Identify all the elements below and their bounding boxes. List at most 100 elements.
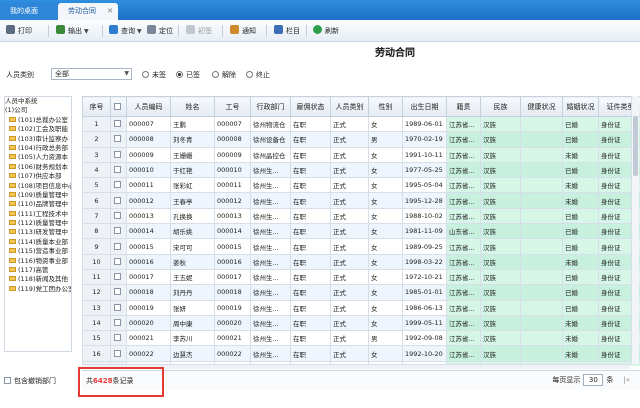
- column-header[interactable]: 健康状况: [520, 96, 563, 117]
- tree-item[interactable]: (113)研发管理中: [5, 228, 71, 237]
- radio-unsigned[interactable]: 未签: [142, 70, 166, 80]
- row-checkbox[interactable]: [110, 131, 127, 148]
- column-header[interactable]: 人员编码: [126, 96, 171, 117]
- initial-sign-button[interactable]: 初签: [186, 24, 212, 38]
- column-header[interactable]: 雇佣状态: [290, 96, 331, 117]
- checkbox-box: [113, 135, 121, 143]
- table-row[interactable]: 3 000009 王姗姗 000009 徐州晶控仓 在职 正式女 1991-10-11 江苏省.…: [82, 146, 640, 163]
- include-cancelled-checkbox[interactable]: 包含撤销部门: [4, 376, 56, 386]
- tab-desktop-label: 我的桌面: [10, 7, 38, 15]
- query-button[interactable]: 查询 ▼: [109, 24, 142, 38]
- column-header[interactable]: 行政部门: [250, 96, 291, 117]
- tree-item[interactable]: 人员中系统: [5, 97, 71, 106]
- tree-item[interactable]: (109)质量管理中: [5, 191, 71, 200]
- tree-item[interactable]: (1)公司: [5, 106, 71, 115]
- tree-item[interactable]: (111)工程技术中: [5, 210, 71, 219]
- table-row[interactable]: 9 000015 宋可可 000015 徐州生... 在职 正式女 1989-09-25 江苏省…: [82, 238, 640, 255]
- tree-item[interactable]: (110)品牌管理中: [5, 200, 71, 209]
- table-row[interactable]: 12 000018 刘丹丹 000018 徐州生... 在职 正式女 1985-01-01 江苏…: [82, 284, 640, 301]
- row-checkbox[interactable]: [110, 207, 127, 225]
- contract-table: 序号 人员编码 姓名 工号 行政部门 雇佣状态 人员类别 性别 出生日期 籍贯 民族 健康状况 婚姻状况…: [82, 96, 640, 366]
- table-row[interactable]: 1 000007 王鹏 000007 徐州物流仓 在职 正式女 1989-06-01 江苏省..…: [82, 115, 640, 133]
- table-row[interactable]: 2 000008 刘冬青 000008 徐州设备仓 在职 正式男 1970-02-19 江苏省.…: [82, 131, 640, 148]
- row-checkbox[interactable]: [110, 177, 127, 194]
- table-row[interactable]: 7 000013 孔换换 000013 徐州生... 在职 正式女 1988-10-02 江苏省…: [82, 207, 640, 225]
- row-checkbox[interactable]: [110, 238, 127, 255]
- column-header[interactable]: 籍贯: [446, 96, 481, 117]
- table-row[interactable]: 11 000017 王五妮 000017 徐州生... 在职 正式女 1972-10-21 江苏…: [82, 268, 640, 286]
- scroll-thumb[interactable]: [633, 116, 638, 176]
- table-row[interactable]: 16 000022 边慧杰 000022 徐州生... 在职 正式女 1992-10-20 江苏…: [82, 345, 640, 362]
- table-row[interactable]: 8 000014 胡乐姚 000014 徐州生... 在职 正式女 1981-11-09 山东省…: [82, 223, 640, 240]
- table-cell: 已婚: [562, 238, 599, 255]
- table-cell: 000013: [214, 207, 251, 225]
- column-header[interactable]: 工号: [214, 96, 251, 117]
- tree-item[interactable]: (104)行政总务部: [5, 144, 71, 153]
- row-checkbox[interactable]: [110, 314, 127, 332]
- column-header[interactable]: 婚姻状况: [562, 96, 599, 117]
- table-row[interactable]: 13 000019 张妍 000019 徐州生... 在职 正式女 1986-06-13 江苏省…: [82, 299, 640, 316]
- locate-button[interactable]: 定位: [147, 24, 173, 38]
- row-checkbox[interactable]: [110, 146, 127, 163]
- row-checkbox[interactable]: [110, 299, 127, 316]
- columns-button[interactable]: 栏目: [274, 24, 300, 38]
- column-header[interactable]: 性别: [368, 96, 403, 117]
- table-cell: 未婚: [562, 314, 599, 332]
- column-header[interactable]: 人员类别: [330, 96, 369, 117]
- tab-desktop[interactable]: 我的桌面: [0, 3, 58, 20]
- column-header[interactable]: 姓名: [170, 96, 215, 117]
- tree-item-label: (119)党工团办公室: [18, 284, 72, 293]
- tree-item[interactable]: (102)工会及职能: [5, 125, 71, 134]
- tree-item[interactable]: (118)新闻及其他: [5, 275, 71, 284]
- table-cell: 周中康: [170, 314, 215, 332]
- radio-terminated[interactable]: 解除: [212, 70, 236, 80]
- row-checkbox[interactable]: [110, 115, 127, 133]
- tree-item[interactable]: (114)质量本业部: [5, 238, 71, 247]
- row-checkbox[interactable]: [110, 192, 127, 209]
- per-page-input[interactable]: 30: [583, 374, 604, 386]
- person-category-select[interactable]: 全部 ▼: [51, 68, 132, 80]
- tree-item[interactable]: (105)人力资源本: [5, 153, 71, 162]
- vertical-scrollbar[interactable]: [631, 96, 639, 364]
- table-cell: 未婚: [562, 330, 599, 347]
- row-checkbox[interactable]: [110, 253, 127, 270]
- column-header[interactable]: 民族: [480, 96, 521, 117]
- table-cell: 在职: [290, 299, 331, 316]
- row-checkbox[interactable]: [110, 268, 127, 286]
- table-row[interactable]: 15 000021 李苏川 000021 徐州生... 在职 正式男 1992-09-08 江苏…: [82, 330, 640, 347]
- radio-signed[interactable]: 已签: [176, 70, 200, 80]
- print-button[interactable]: 打印: [6, 24, 32, 38]
- table-row[interactable]: 5 000011 张彩虹 000011 徐州生... 在职 正式女 1995-05-04 江苏省…: [82, 177, 640, 194]
- tree-item[interactable]: (119)党工团办公室: [5, 285, 71, 294]
- table-row[interactable]: 6 000012 王春亭 000012 徐州生... 在职 正式女 1995-12-28 江苏省…: [82, 192, 640, 209]
- table-row[interactable]: 4 000010 于红艳 000010 徐州生... 在职 正式女 1977-05-25 江苏省…: [82, 161, 640, 179]
- tree-item[interactable]: (108)项目信息中心: [5, 182, 71, 191]
- tree-item[interactable]: (117)高管: [5, 266, 71, 275]
- table-row[interactable]: 14 000020 周中康 000020 徐州生... 在职 正式女 1999-05-11 江苏…: [82, 314, 640, 332]
- row-checkbox[interactable]: [110, 345, 127, 362]
- department-tree[interactable]: 人员中系统 (1)公司 (101)总裁办公室 (102)工会及职能 (103)审计监察办…: [4, 96, 72, 352]
- checkbox-box: [113, 120, 121, 128]
- tab-labor-contract[interactable]: 劳动合同 ✕: [58, 3, 118, 20]
- export-button[interactable]: 输出 ▼: [56, 24, 89, 38]
- table-row[interactable]: 10 000016 姜秋 000016 徐州生... 在职 正式女 1998-03-22 江苏省…: [82, 253, 640, 270]
- tree-item[interactable]: (115)营造事业部: [5, 247, 71, 256]
- row-checkbox[interactable]: [110, 161, 127, 179]
- row-checkbox[interactable]: [110, 223, 127, 240]
- tree-item[interactable]: (106)财务规划本: [5, 163, 71, 172]
- column-header[interactable]: 出生日期: [402, 96, 447, 117]
- select-all-checkbox[interactable]: [110, 96, 127, 117]
- first-page-icon[interactable]: |«: [623, 376, 630, 384]
- tree-item[interactable]: (101)总裁办公室: [5, 116, 71, 125]
- row-checkbox[interactable]: [110, 330, 127, 347]
- radio-ended[interactable]: 终止: [246, 70, 270, 80]
- tree-item[interactable]: (116)物资事业部: [5, 257, 71, 266]
- tree-item[interactable]: (107)供应本部: [5, 172, 71, 181]
- close-icon[interactable]: ✕: [107, 3, 113, 20]
- notify-button[interactable]: 通知: [230, 24, 256, 38]
- row-checkbox[interactable]: [110, 284, 127, 301]
- tree-item[interactable]: (103)审计监察办: [5, 135, 71, 144]
- horizontal-scrollbar[interactable]: [82, 364, 630, 369]
- refresh-button[interactable]: 刷新: [313, 24, 339, 38]
- column-header[interactable]: 序号: [82, 96, 111, 117]
